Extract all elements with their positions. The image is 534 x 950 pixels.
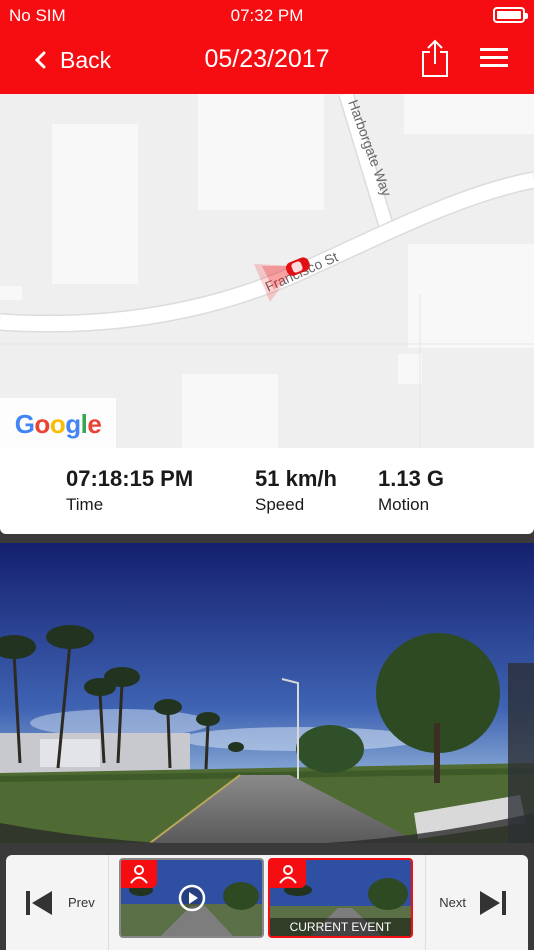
prev-button[interactable]: Prev	[6, 855, 109, 950]
event-thumbnail-current[interactable]: CURRENT EVENT	[268, 858, 413, 938]
skip-back-icon	[26, 890, 52, 915]
map-canvas: Francisco St Harborgate Way	[0, 94, 534, 448]
speed-stat: 51 km/h Speed	[255, 466, 337, 515]
video-frame	[0, 543, 534, 843]
page-title: 05/23/2017	[204, 45, 330, 73]
share-icon[interactable]	[420, 38, 450, 78]
next-label: Next	[439, 895, 466, 910]
event-thumbnail-previous[interactable]	[119, 858, 264, 938]
trip-info-panel: 07:18:15 PM Time 51 km/h Speed 1.13 G Mo…	[0, 448, 534, 534]
top-bar: No SIM 07:32 PM Back 05/23/2017	[0, 0, 534, 94]
time-value: 07:18:15 PM	[66, 466, 194, 491]
motion-value: 1.13 G	[378, 466, 445, 491]
google-logo-letter: g	[65, 408, 81, 439]
status-time: 07:32 PM	[230, 6, 304, 25]
battery-icon	[493, 7, 528, 23]
menu-icon[interactable]	[480, 46, 508, 68]
google-logo-letter: o	[34, 408, 50, 439]
skip-forward-icon	[480, 890, 506, 915]
motion-stat: 1.13 G Motion	[378, 466, 444, 515]
event-strip: Prev CURRENT EVENT Next	[6, 855, 528, 950]
dashcam-video[interactable]	[0, 543, 534, 843]
prev-label: Prev	[68, 895, 95, 910]
play-icon[interactable]	[178, 884, 206, 912]
time-label: Time	[66, 495, 104, 514]
map-view[interactable]: Francisco St Harborgate Way Google	[0, 94, 534, 448]
google-logo-letters: Google	[15, 409, 102, 440]
google-logo: Google	[0, 398, 116, 448]
google-logo-letter: o	[49, 408, 66, 439]
motion-label: Motion	[378, 495, 430, 514]
time-stat: 07:18:15 PM Time	[66, 466, 193, 515]
speed-label: Speed	[255, 495, 305, 514]
google-logo-letter: G	[14, 408, 35, 439]
current-event-caption: CURRENT EVENT	[270, 918, 411, 936]
google-logo-letter: e	[87, 408, 102, 439]
speed-value: 51 km/h	[255, 466, 337, 491]
person-icon	[270, 860, 306, 888]
next-button[interactable]: Next	[425, 855, 528, 950]
person-icon	[121, 860, 157, 888]
